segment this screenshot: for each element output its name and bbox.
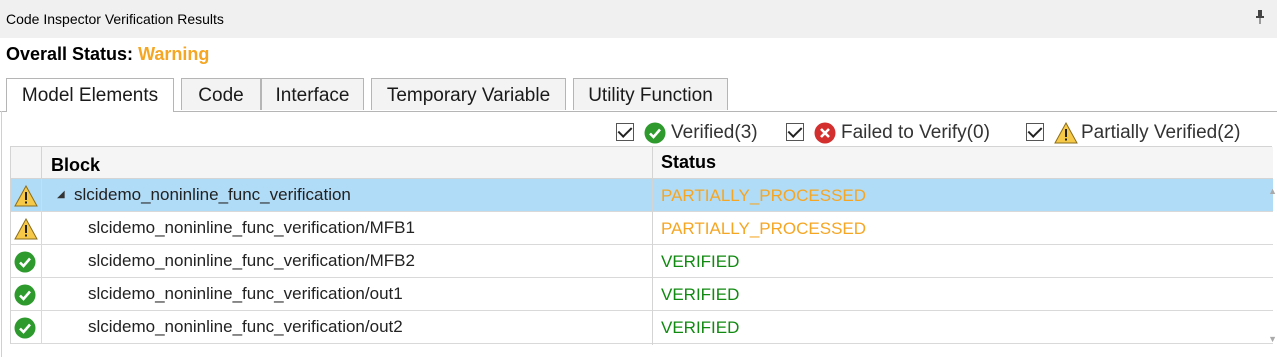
filter-failed-label: Failed to Verify(0) [841, 122, 990, 143]
tab-temporary-variable[interactable]: Temporary Variable [371, 78, 566, 110]
column-header-block[interactable]: Block [51, 155, 100, 176]
table-row[interactable]: ◢ slcidemo_noninline_func_verification P… [11, 179, 1273, 212]
row-status: PARTIALLY_PROCESSED [661, 219, 867, 238]
window-title: Code Inspector Verification Results [6, 11, 224, 27]
tab-utility-function[interactable]: Utility Function [573, 78, 728, 110]
tab-code[interactable]: Code [181, 78, 261, 110]
tab-interface[interactable]: Interface [261, 78, 364, 110]
verified-icon [14, 251, 36, 273]
scroll-down-icon[interactable]: ▼ [1268, 334, 1277, 344]
tab-panel-border [0, 111, 1277, 112]
icon-column-divider [41, 212, 42, 245]
column-divider [652, 147, 653, 345]
table-row[interactable]: slcidemo_noninline_func_verification/MFB… [11, 212, 1273, 245]
filter-verified-label: Verified(3) [671, 122, 758, 143]
row-block-name: slcidemo_noninline_func_verification [74, 185, 351, 204]
tab-model-elements[interactable]: Model Elements [6, 78, 174, 112]
row-status: VERIFIED [661, 285, 740, 304]
row-status: VERIFIED [661, 318, 740, 337]
row-status: PARTIALLY_PROCESSED [661, 186, 867, 205]
filter-partially-verified-checkbox[interactable] [1026, 123, 1044, 141]
row-block-name: slcidemo_noninline_func_verification/MFB… [88, 218, 415, 237]
scroll-up-icon[interactable]: ▲ [1268, 186, 1277, 196]
table-row[interactable]: slcidemo_noninline_func_verification/out… [11, 278, 1273, 311]
title-bar: Code Inspector Verification Results [0, 0, 1277, 38]
warning-icon [14, 217, 38, 240]
row-status: VERIFIED [661, 252, 740, 271]
column-header-status[interactable]: Status [661, 152, 716, 173]
pin-icon[interactable] [1255, 10, 1265, 27]
row-block-name: slcidemo_noninline_func_verification/out… [88, 284, 403, 303]
warning-icon [14, 184, 38, 207]
panel-left-border [1, 111, 2, 357]
table-row[interactable]: slcidemo_noninline_func_verification/out… [11, 311, 1273, 344]
row-block-name: slcidemo_noninline_func_verification/MFB… [88, 251, 415, 270]
vertical-scrollbar[interactable]: ▲ ▼ [1268, 178, 1277, 344]
header-divider [41, 147, 42, 179]
filter-verified-checkbox[interactable] [616, 123, 634, 141]
row-block-name: slcidemo_noninline_func_verification/out… [88, 317, 403, 336]
results-table: Block Status ◢ slcidemo_noninline_func_v… [10, 146, 1273, 345]
icon-column-divider [41, 311, 42, 344]
verified-icon [14, 284, 36, 306]
table-row[interactable]: slcidemo_noninline_func_verification/MFB… [11, 245, 1273, 278]
icon-column-divider [41, 179, 42, 212]
verified-icon [14, 317, 36, 339]
overall-status-value: Warning [138, 44, 210, 64]
expand-toggle-icon[interactable]: ◢ [57, 189, 65, 200]
overall-status: Overall Status: Warning [6, 44, 209, 65]
filter-failed-checkbox[interactable] [786, 123, 804, 141]
icon-column-divider [41, 245, 42, 278]
filter-partially-verified-label: Partially Verified(2) [1081, 122, 1241, 143]
table-header: Block Status [11, 147, 1273, 179]
filter-bar: Verified(3) Failed to Verify(0) Partiall… [616, 121, 1271, 145]
icon-column-divider [41, 278, 42, 311]
overall-status-label: Overall Status: [6, 44, 134, 64]
